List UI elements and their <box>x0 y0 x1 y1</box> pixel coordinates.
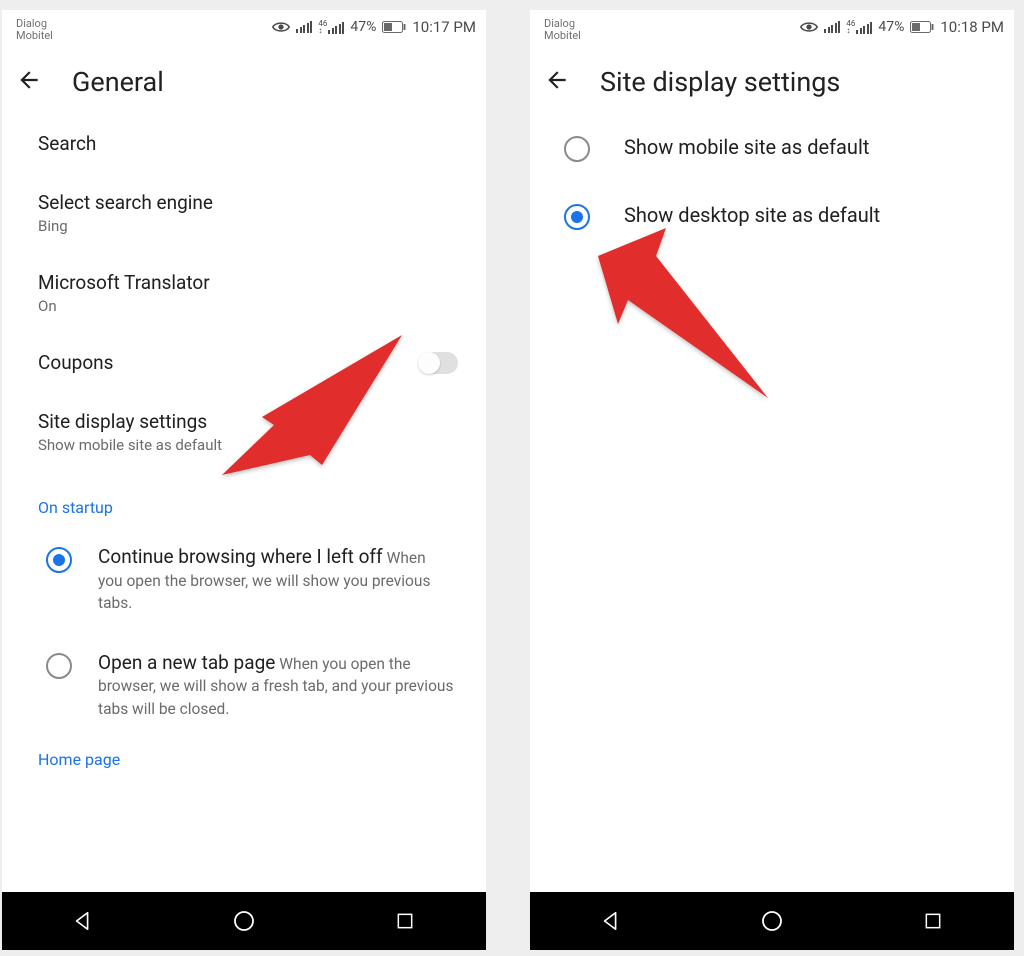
item-label: Microsoft Translator <box>38 271 210 294</box>
item-label: Select search engine <box>38 191 213 214</box>
item-value: Bing <box>38 217 213 235</box>
signal-icon-2 <box>328 22 344 34</box>
status-right: 46↕ 47% 10:18 PM <box>800 18 1004 36</box>
settings-list: Search Select search engine Bing Microso… <box>2 114 486 779</box>
continue-browsing-radio[interactable]: Continue browsing where I left off When … <box>2 527 486 633</box>
carrier-line-1: Dialog <box>544 18 581 30</box>
clock: 10:18 PM <box>940 18 1004 36</box>
site-display-settings-item[interactable]: Site display settings Show mobile site a… <box>2 392 486 472</box>
item-label: Search <box>38 132 96 155</box>
radio-icon <box>46 547 72 573</box>
carrier-line-1: Dialog <box>16 18 53 30</box>
nav-recent-icon[interactable] <box>391 907 419 935</box>
battery-percent: 47% <box>878 19 904 35</box>
item-label: Coupons <box>38 351 113 374</box>
select-search-engine-item[interactable]: Select search engine Bing <box>2 173 486 253</box>
network-4g-icon: 46↕ <box>318 20 327 34</box>
nav-recent-icon[interactable] <box>919 907 947 935</box>
back-icon[interactable] <box>16 67 42 97</box>
page-title: Site display settings <box>600 66 840 98</box>
eye-comfort-icon <box>800 20 818 34</box>
home-page-header: Home page <box>2 738 486 779</box>
network-4g-icon: 46↕ <box>846 20 855 34</box>
annotation-arrow-icon <box>598 228 778 422</box>
battery-percent: 47% <box>350 19 376 35</box>
signal-icon <box>824 21 840 33</box>
carrier-labels: Dialog Mobitel <box>544 18 581 41</box>
open-new-tab-radio[interactable]: Open a new tab page When you open the br… <box>2 633 486 739</box>
status-bar: Dialog Mobitel 46↕ 47% 10:17 PM <box>2 10 486 50</box>
radio-label: Open a new tab page <box>98 651 275 674</box>
screenshot-left: Dialog Mobitel 46↕ 47% 10:17 PM <box>2 10 486 950</box>
back-icon[interactable] <box>544 67 570 97</box>
status-right: 46↕ 47% 10:17 PM <box>272 18 476 36</box>
carrier-line-2: Mobitel <box>16 30 53 42</box>
item-value: On <box>38 297 210 315</box>
status-bar: Dialog Mobitel 46↕ 47% 10:18 PM <box>530 10 1014 50</box>
battery-icon <box>910 21 934 33</box>
item-label: Site display settings <box>38 410 222 433</box>
radio-label: Show mobile site as default <box>624 135 869 159</box>
show-mobile-site-radio[interactable]: Show mobile site as default <box>530 114 1014 182</box>
page-title: General <box>72 66 164 98</box>
show-desktop-site-radio[interactable]: Show desktop site as default <box>530 182 1014 250</box>
microsoft-translator-item[interactable]: Microsoft Translator On <box>2 253 486 333</box>
coupons-item[interactable]: Coupons <box>2 333 486 392</box>
nav-home-icon[interactable] <box>230 907 258 935</box>
carrier-labels: Dialog Mobitel <box>16 18 53 41</box>
signal-icon-2 <box>856 22 872 34</box>
nav-back-icon[interactable] <box>69 907 97 935</box>
app-bar: General <box>2 50 486 114</box>
radio-label: Continue browsing where I left off <box>98 545 383 568</box>
app-bar: Site display settings <box>530 50 1014 114</box>
system-nav-bar <box>530 892 1014 950</box>
search-item[interactable]: Search <box>2 114 486 173</box>
battery-icon <box>382 21 406 33</box>
radio-icon <box>564 136 590 162</box>
carrier-line-2: Mobitel <box>544 30 581 42</box>
system-nav-bar <box>2 892 486 950</box>
signal-icon <box>296 21 312 33</box>
radio-icon <box>46 653 72 679</box>
nav-home-icon[interactable] <box>758 907 786 935</box>
coupons-toggle[interactable] <box>418 352 458 374</box>
clock: 10:17 PM <box>412 18 476 36</box>
radio-label: Show desktop site as default <box>624 203 880 227</box>
radio-icon <box>564 204 590 230</box>
item-value: Show mobile site as default <box>38 436 222 454</box>
eye-comfort-icon <box>272 20 290 34</box>
site-display-options: Show mobile site as default Show desktop… <box>530 114 1014 250</box>
on-startup-header: On startup <box>2 472 486 527</box>
screenshot-right: Dialog Mobitel 46↕ 47% 10:18 PM <box>530 10 1014 950</box>
nav-back-icon[interactable] <box>597 907 625 935</box>
